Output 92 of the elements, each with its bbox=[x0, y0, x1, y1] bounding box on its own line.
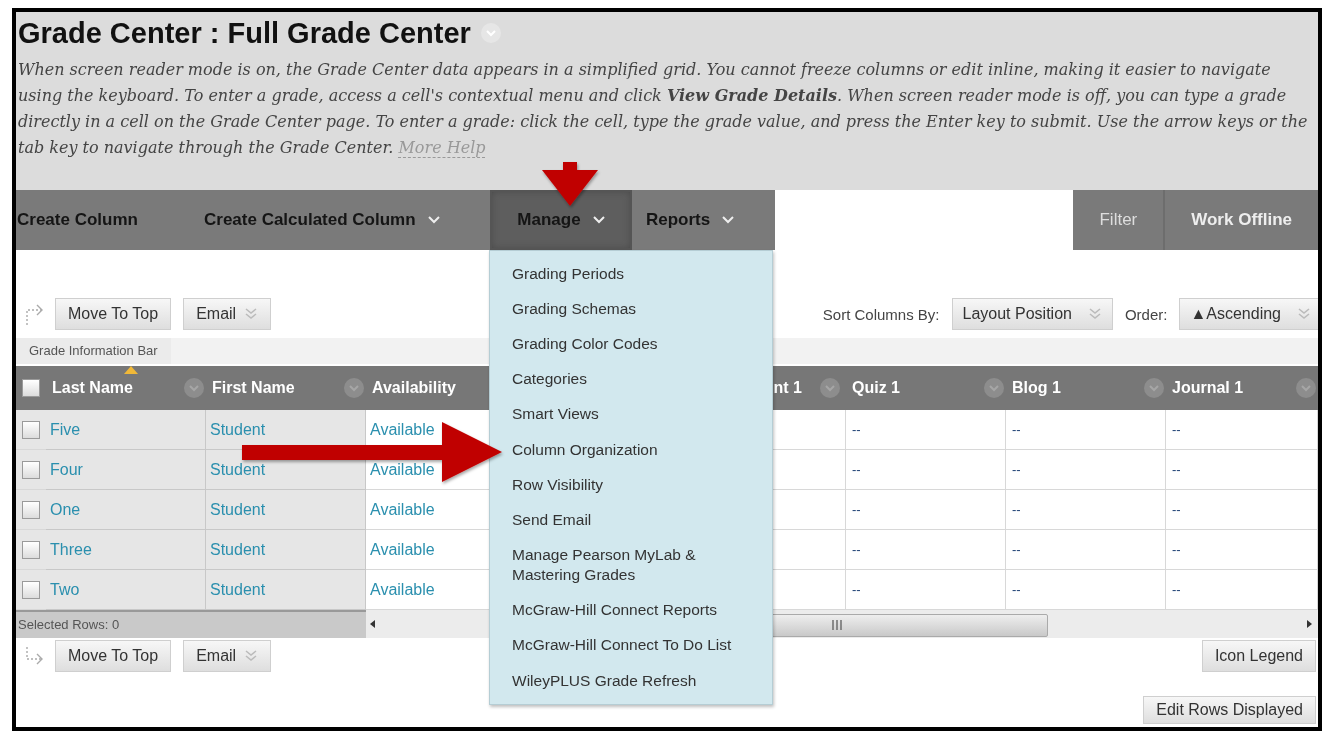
table-cell: -- bbox=[846, 570, 1006, 610]
table-cell: -- bbox=[1006, 570, 1166, 610]
move-to-top-button[interactable]: Move To Top bbox=[55, 640, 172, 672]
column-header-label: Quiz 1 bbox=[852, 379, 900, 397]
pointer-arrow bbox=[542, 162, 598, 206]
toolbar-menu-button[interactable]: Manage bbox=[490, 190, 632, 250]
menu-item[interactable]: Send Email bbox=[490, 502, 772, 538]
chevron-circle-icon[interactable] bbox=[480, 23, 501, 43]
menu-item[interactable]: Grading Color Codes bbox=[490, 326, 772, 362]
toolbar-button[interactable]: Filter bbox=[1073, 190, 1166, 250]
edit-rows-button[interactable]: Edit Rows Displayed bbox=[1143, 696, 1316, 724]
column-menu-icon[interactable] bbox=[1144, 378, 1164, 398]
toolbar-menu-button[interactable]: Create Calculated Column bbox=[190, 190, 490, 250]
icon-legend-button[interactable]: Icon Legend bbox=[1201, 640, 1316, 672]
table-link[interactable]: Student bbox=[210, 540, 266, 559]
table-cell: -- bbox=[1006, 410, 1166, 450]
column-header[interactable]: First Name bbox=[206, 366, 366, 410]
move-to-top-button[interactable]: Move To Top bbox=[55, 298, 172, 330]
table-cell: -- bbox=[846, 530, 1006, 570]
sort-select[interactable]: Layout Position bbox=[951, 298, 1113, 330]
email-dropdown[interactable]: Email bbox=[183, 640, 272, 672]
order-select[interactable]: ▲Ascending bbox=[1179, 298, 1318, 330]
double-chevron-icon bbox=[1297, 307, 1311, 321]
menu-item[interactable]: Row Visibility bbox=[490, 467, 772, 503]
menu-item[interactable]: WileyPLUS Grade Refresh bbox=[490, 663, 772, 699]
table-cell: -- bbox=[1166, 450, 1318, 490]
table-link[interactable]: One bbox=[50, 500, 81, 519]
double-chevron-icon bbox=[244, 307, 259, 321]
table-cell: -- bbox=[1006, 490, 1166, 530]
table-link[interactable]: Student bbox=[210, 420, 266, 439]
table-link[interactable]: Available bbox=[370, 420, 435, 439]
table-cell: -- bbox=[1166, 570, 1318, 610]
table-link[interactable]: Four bbox=[50, 460, 83, 479]
email-dropdown[interactable]: Email bbox=[183, 298, 272, 330]
column-header-label: Availability bbox=[372, 379, 456, 397]
table-cell: -- bbox=[1006, 530, 1166, 570]
column-header-label: First Name bbox=[212, 379, 295, 397]
menu-item[interactable]: Manage Pearson MyLab & Mastering Grades bbox=[490, 537, 772, 593]
table-link[interactable]: Student bbox=[210, 500, 266, 519]
table-cell: -- bbox=[1006, 450, 1166, 490]
table-cell: -- bbox=[1166, 410, 1318, 450]
column-header[interactable]: Journal 1 bbox=[1166, 366, 1318, 410]
double-chevron-icon bbox=[1087, 307, 1102, 321]
checkbox[interactable] bbox=[22, 540, 40, 559]
table-link[interactable]: Two bbox=[50, 580, 80, 599]
column-header[interactable]: Last Name bbox=[46, 366, 206, 410]
table-cell: -- bbox=[846, 410, 1006, 450]
checkbox[interactable] bbox=[22, 500, 40, 519]
corner-arrow-icon bbox=[26, 647, 43, 665]
table-cell: -- bbox=[846, 490, 1006, 530]
column-menu-icon[interactable] bbox=[344, 378, 364, 398]
column-menu-icon[interactable] bbox=[820, 378, 840, 398]
corner-arrow-icon bbox=[26, 303, 43, 325]
column-header-label: Last Name bbox=[52, 379, 133, 397]
column-menu-icon[interactable] bbox=[1296, 378, 1316, 398]
info-bar-tab[interactable]: Grade Information Bar bbox=[16, 338, 171, 364]
table-link[interactable]: Three bbox=[50, 540, 92, 559]
checkbox[interactable] bbox=[22, 379, 40, 397]
table-link[interactable]: Available bbox=[370, 540, 435, 559]
column-header-label: Blog 1 bbox=[1012, 379, 1061, 397]
page-title: Grade Center : Full Grade Center bbox=[18, 16, 471, 51]
toolbar-menu-button[interactable]: Create Column bbox=[16, 190, 190, 250]
table-link[interactable]: Student bbox=[210, 460, 266, 479]
double-chevron-icon bbox=[244, 649, 259, 663]
column-header-label: Journal 1 bbox=[1172, 379, 1244, 397]
column-menu-icon[interactable] bbox=[984, 378, 1004, 398]
table-cell: -- bbox=[1166, 490, 1318, 530]
sort-label: Sort Columns By: bbox=[822, 305, 940, 323]
table-link[interactable]: Available bbox=[370, 460, 435, 479]
column-menu-icon[interactable] bbox=[184, 378, 204, 398]
toolbar-button[interactable]: Work Offline bbox=[1165, 190, 1318, 250]
checkbox[interactable] bbox=[22, 580, 40, 599]
table-link[interactable]: Five bbox=[50, 420, 81, 439]
menu-item[interactable]: McGraw-Hill Connect Reports bbox=[490, 592, 772, 628]
description: When screen reader mode is on, the Grade Center data appears in a simplified grid. You cannot freeze columns or edit inline, making it easier to navigate using the keyboard. To enter a grade, access a cell's contextual menu and click View Grade Details. When screen reader mode is off, you can type a grade directly in a cell on the Grade Center page. To enter a grade: click the cell, type the grade value, and press the Enter key to submit. Use the arrow keys or the tab key to navigate through the Grade Center. More Help bbox=[18, 59, 1309, 160]
menu-item[interactable]: McGraw-Hill Connect To Do List bbox=[490, 627, 772, 664]
table-cell: -- bbox=[846, 450, 1006, 490]
column-header[interactable]: Quiz 1 bbox=[846, 366, 1006, 410]
menu-item[interactable]: Column Organization bbox=[490, 431, 772, 468]
column-header[interactable]: Blog 1 bbox=[1006, 366, 1166, 410]
table-link[interactable]: Available bbox=[370, 500, 435, 519]
checkbox[interactable] bbox=[22, 460, 40, 479]
table-link[interactable]: Student bbox=[210, 580, 266, 599]
table-link[interactable]: Available bbox=[370, 580, 435, 599]
toolbar-menu-button[interactable]: Reports bbox=[632, 190, 775, 250]
table-cell: -- bbox=[1166, 530, 1318, 570]
column-header-label: nt 1 bbox=[773, 379, 802, 397]
selected-rows-bar: Selected Rows: 0 bbox=[16, 610, 366, 638]
menu-item[interactable]: Grading Periods bbox=[490, 256, 772, 292]
order-label: Order: bbox=[1124, 305, 1168, 323]
menu-item[interactable]: Grading Schemas bbox=[490, 291, 772, 327]
checkbox[interactable] bbox=[22, 420, 40, 439]
